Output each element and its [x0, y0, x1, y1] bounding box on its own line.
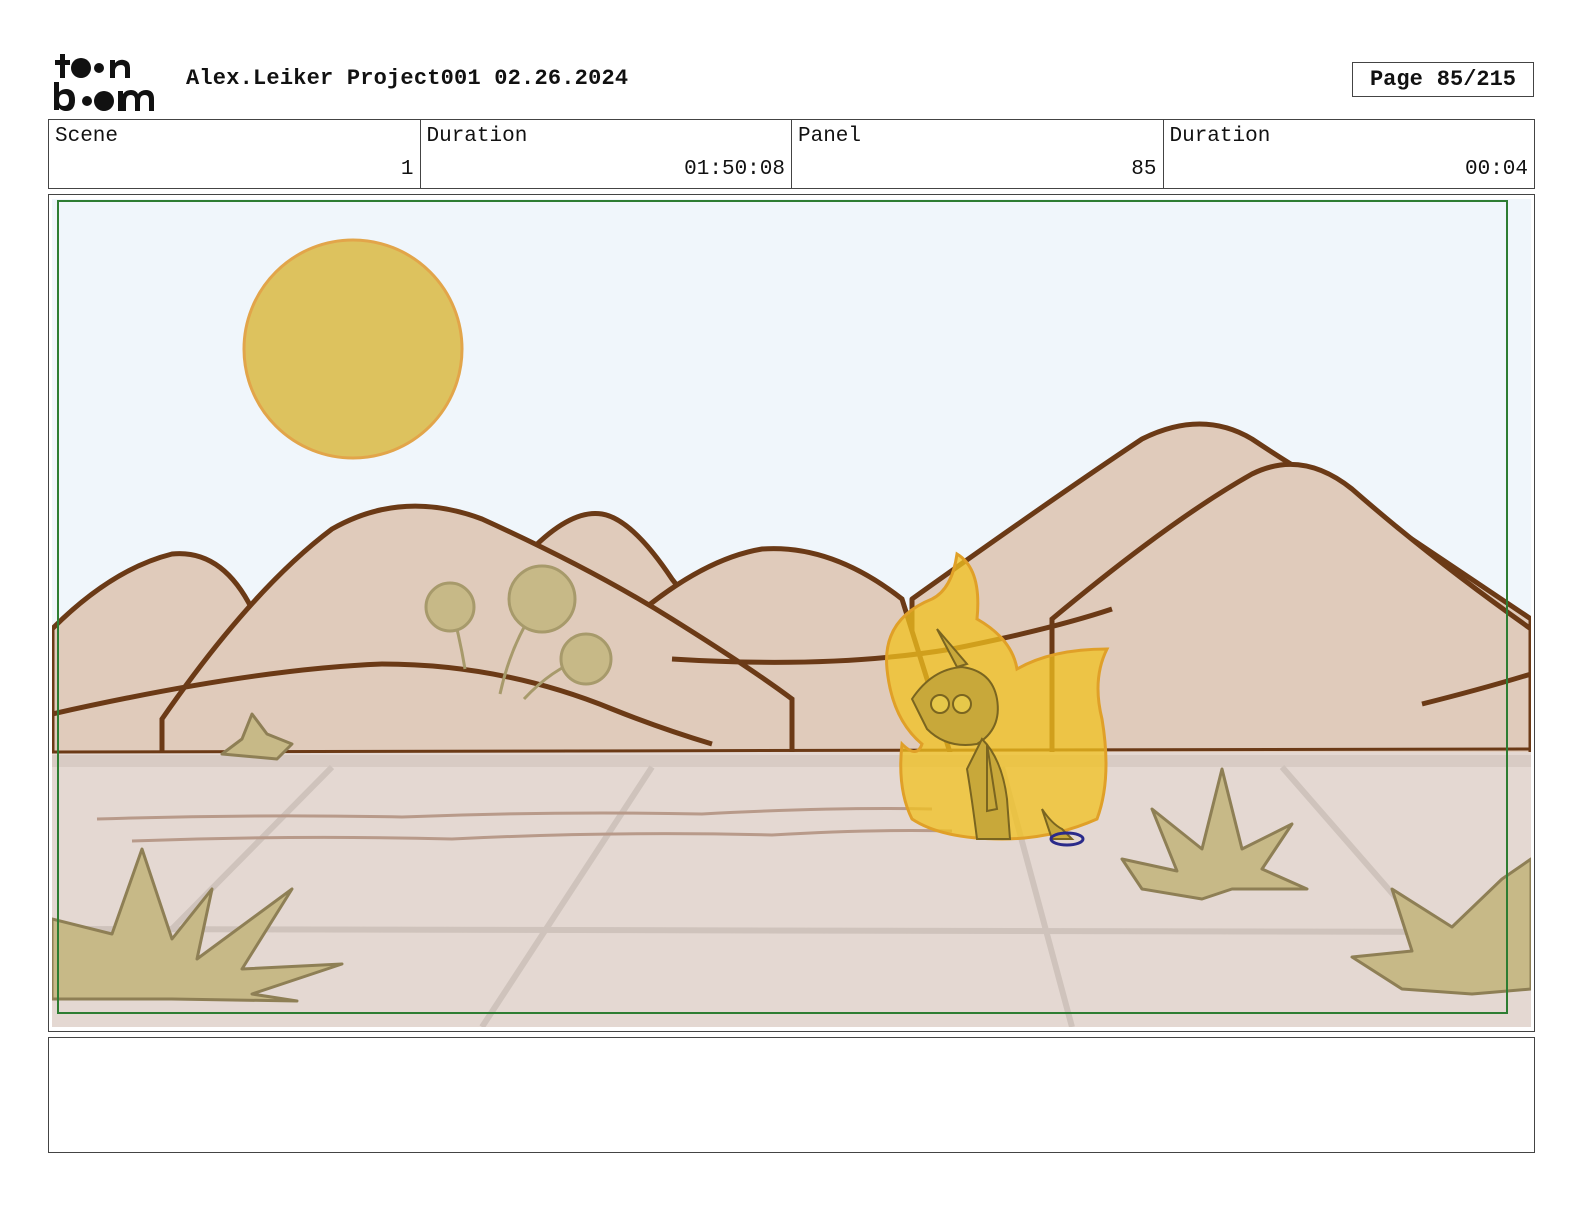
scene-label: Scene	[55, 125, 119, 148]
scene-cell: Scene 1	[49, 120, 421, 188]
scene-value: 1	[400, 158, 414, 181]
page-label: Page	[1369, 67, 1423, 92]
panel-duration-value: 00:04	[1464, 158, 1528, 181]
project-title: Alex.Leiker Project001 02.26.2024	[186, 66, 629, 91]
panel-cell: Panel 85	[792, 120, 1164, 188]
scene-duration-label: Duration	[426, 125, 528, 148]
panel-label: Panel	[798, 125, 862, 148]
scene-duration-cell: Duration 01:50:08	[421, 120, 792, 188]
toon-boom-logo	[54, 54, 154, 111]
scene-duration-value: 01:50:08	[684, 158, 785, 181]
panel-info-row: Scene 1 Duration 01:50:08 Panel 85 Durat…	[48, 119, 1535, 189]
page-number: 85/215	[1436, 67, 1517, 92]
panel-value: 85	[1131, 158, 1157, 181]
page-indicator: Page 85/215	[1352, 62, 1534, 97]
sun	[242, 238, 464, 460]
panel-duration-cell: Duration 00:04	[1164, 120, 1535, 188]
panel-duration-label: Duration	[1169, 125, 1271, 148]
storyboard-panel-image	[52, 199, 1531, 1027]
notes-box	[48, 1037, 1535, 1153]
